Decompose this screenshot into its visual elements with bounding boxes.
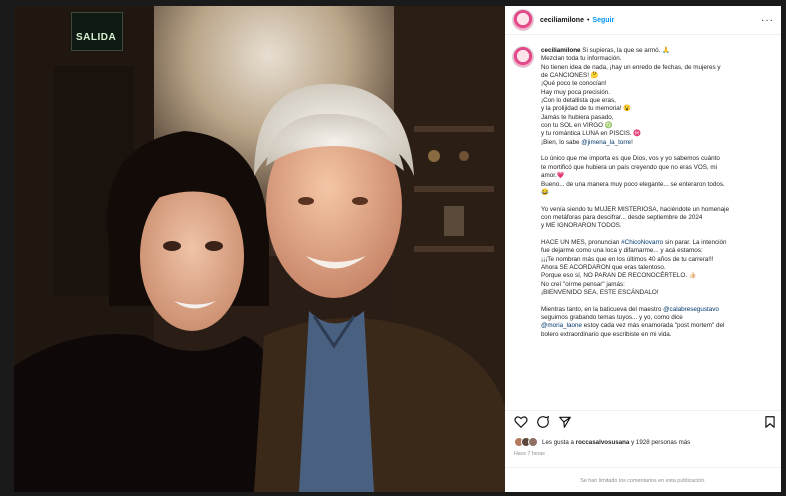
caption-line: con metáforas para descifrar... desde se… bbox=[541, 213, 703, 221]
mention-link[interactable]: #ChicoNovarro bbox=[621, 239, 663, 246]
likes-suffix[interactable]: y 1928 personas más bbox=[629, 439, 690, 446]
more-options-icon[interactable]: ··· bbox=[761, 15, 774, 26]
caption-line-text: HACE UN MES, pronuncian bbox=[541, 238, 622, 246]
post-photo: SALIDA bbox=[14, 6, 505, 492]
caption-line: de CANCIONES! 🤔 bbox=[541, 72, 599, 80]
caption-line: Mezclan toda tu información. bbox=[541, 55, 622, 63]
caption-line: No creí "oírme pensar" jamás: bbox=[541, 280, 625, 288]
post-header: ceciliamilone • Seguir ··· bbox=[505, 6, 781, 35]
header-separator: • bbox=[586, 16, 590, 24]
caption-gap bbox=[541, 297, 773, 305]
caption-area: ceciliamilone Si supieras, la que se arm… bbox=[505, 36, 781, 406]
caption-line: bolero extraordinario que escribiste en … bbox=[541, 330, 672, 338]
caption-line: No tienen idea de nada, ¡hay un enredo d… bbox=[541, 63, 721, 71]
heart-icon[interactable] bbox=[514, 415, 528, 429]
post-panel: ceciliamilone • Seguir ··· ceciliamilone… bbox=[505, 6, 781, 492]
caption-line: Lo único que me importa es que Dios, vos… bbox=[541, 155, 720, 163]
caption-line: y ME IGNORARON TODOS. bbox=[541, 222, 622, 230]
caption-line: y tu romántica LUNA en PISCIS. ♓ bbox=[541, 130, 642, 138]
caption-line: Bueno... de una manera muy poco elegante… bbox=[541, 180, 725, 188]
caption-line-text: estoy cada vez más enamorada "post morte… bbox=[582, 322, 725, 330]
caption-line: Hay muy poca precisión. bbox=[541, 88, 610, 96]
mention-link[interactable]: @calabresegustavo bbox=[663, 306, 719, 313]
exit-sign: SALIDA bbox=[71, 12, 123, 51]
caption-text: ceciliamilone Si supieras, la que se arm… bbox=[541, 47, 773, 339]
action-bar bbox=[505, 410, 781, 431]
comment-icon[interactable] bbox=[536, 415, 550, 429]
caption-line: te mortificó que hubiera un país creyend… bbox=[541, 163, 718, 171]
caption-line-text: ! bbox=[631, 138, 633, 146]
caption-line: ¡¡¡Te nombran más que en los últimos 40 … bbox=[541, 255, 714, 263]
comments-limited-notice: Se han limitado los comentarios en esta … bbox=[505, 467, 781, 492]
caption-line-text: sin parar. La intención bbox=[663, 238, 727, 246]
caption-line: ¡Bien, lo sabe @jimena_la_torre! bbox=[541, 139, 773, 147]
caption-line: fue dejarme como una loca y difamarme...… bbox=[541, 247, 703, 255]
caption-gap bbox=[541, 231, 773, 239]
liker-avatar bbox=[528, 437, 538, 447]
screenshot-frame: SALIDA ceciliamilone • Seguir ··· cecili… bbox=[0, 0, 786, 496]
liker-username[interactable]: roccasalvosusana bbox=[576, 439, 630, 446]
follow-button[interactable]: Seguir bbox=[592, 17, 614, 24]
post-time: Hace 7 horas bbox=[514, 451, 545, 457]
username-link[interactable]: ceciliamilone bbox=[540, 17, 584, 24]
avatar[interactable] bbox=[512, 9, 534, 31]
caption-line: 😂 bbox=[541, 188, 549, 196]
caption-gap bbox=[541, 197, 773, 205]
caption-line: ¡BIENVENIDO SEA, ESTE ESCÁNDALO! bbox=[541, 288, 659, 296]
likes-row: Les gusta a roccasalvosusana y 1928 pers… bbox=[514, 436, 690, 448]
bookmark-icon[interactable] bbox=[763, 415, 777, 429]
caption-line: Porque eso sí, NO PARAN DE RECONOCÉRTELO… bbox=[541, 272, 697, 280]
caption-line: seguimos grabando temas tuyos... y yo, c… bbox=[541, 314, 683, 321]
exit-sign-label: SALIDA bbox=[76, 32, 117, 43]
caption-username[interactable]: ceciliamilone bbox=[541, 47, 581, 54]
send-icon[interactable] bbox=[558, 415, 572, 429]
mention-link[interactable]: @jimena_la_torre bbox=[581, 139, 631, 146]
caption-line: @moria_laone estoy cada vez más enamorad… bbox=[541, 322, 773, 330]
caption-line-text: ¡Bien, lo sabe bbox=[541, 138, 582, 146]
likes-text: Les gusta a roccasalvosusana y 1928 pers… bbox=[542, 439, 690, 446]
caption-line: amor.💗 bbox=[541, 172, 565, 180]
likes-prefix: Les gusta a bbox=[542, 438, 576, 446]
caption-line: ceciliamilone Si supieras, la que se arm… bbox=[541, 47, 773, 55]
caption-line-text: Mientras tanto, en la baticueva del maes… bbox=[541, 305, 664, 313]
caption-line-text: Si supieras, la que se armó. 🙏 bbox=[580, 47, 670, 54]
caption-line: Mientras tanto, en la baticueva del maes… bbox=[541, 306, 773, 314]
caption-line: Jamás te hubiera pasado, bbox=[541, 113, 614, 121]
caption-line: ¡Qué poco te conocían! bbox=[541, 80, 607, 88]
caption-line: HACE UN MES, pronuncian #ChicoNovarro si… bbox=[541, 239, 773, 247]
caption-avatar[interactable] bbox=[512, 46, 534, 68]
mention-link[interactable]: @moria_laone bbox=[541, 322, 582, 329]
caption-line: Yo venía siendo tu MUJER MISTERIOSA, hac… bbox=[541, 205, 730, 213]
caption-gap bbox=[541, 147, 773, 155]
caption-line: y la prolijidad de tu memoria! 😮 bbox=[541, 105, 632, 113]
